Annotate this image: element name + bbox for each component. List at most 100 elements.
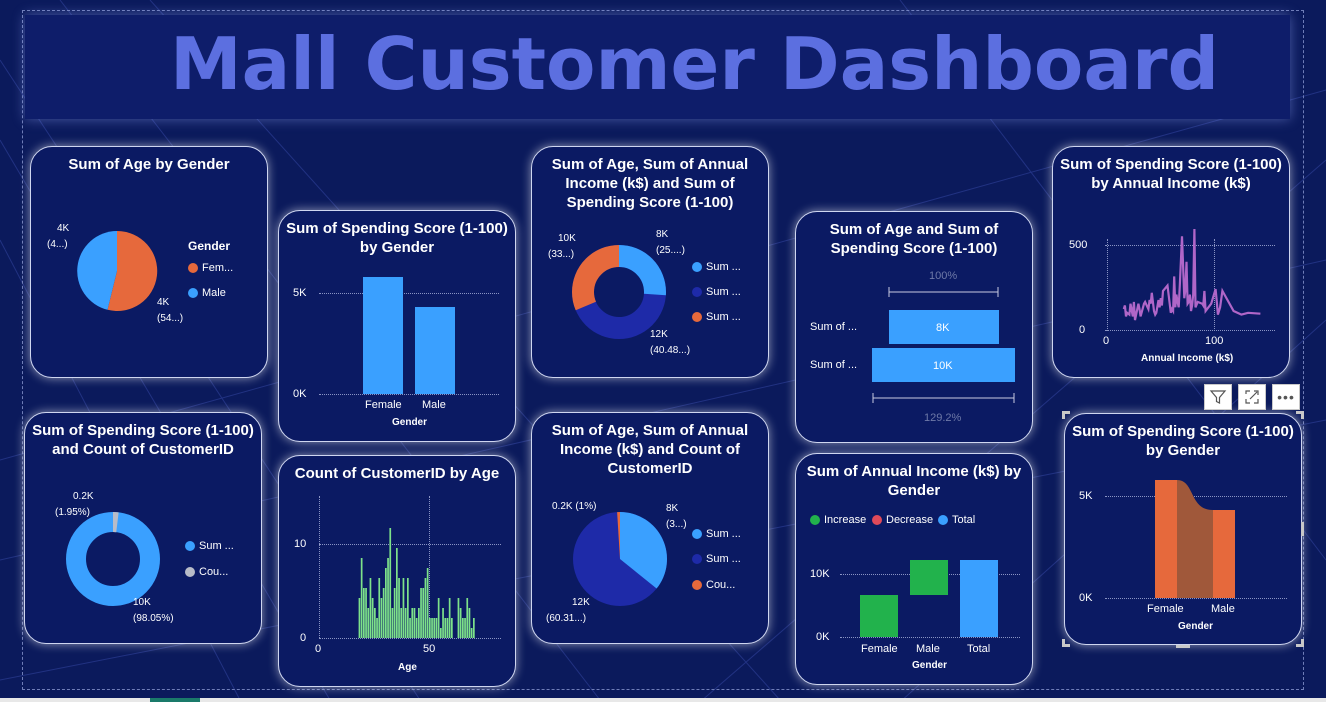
card-income-by-gender-waterfall[interactable]: Sum of Annual Income (k$) by Gender Incr… [795,453,1033,685]
bar-male[interactable] [415,307,455,394]
legend-item[interactable]: Sum ... [692,286,741,298]
histogram-bar[interactable] [404,608,407,638]
ribbon-chart[interactable] [1155,480,1247,598]
histogram-chart[interactable] [319,516,501,638]
histogram-bar[interactable] [464,618,466,638]
histogram-bar[interactable] [367,608,370,638]
histogram-bar[interactable] [422,588,425,638]
histogram-bar[interactable] [459,608,462,638]
focus-mode-button[interactable] [1238,384,1266,410]
legend-item-female[interactable]: Fem... [188,262,233,274]
histogram-bar[interactable] [393,588,396,638]
legend-item[interactable]: Sum ... [692,311,741,323]
resize-handle[interactable] [1301,411,1304,419]
legend-item[interactable]: Sum ... [692,553,741,565]
resize-handle[interactable] [1301,522,1304,536]
histogram-bar[interactable] [378,578,381,638]
pie-chart[interactable] [572,511,668,607]
histogram-bar[interactable] [371,598,374,638]
histogram-bar[interactable] [387,558,389,638]
histogram-bar[interactable] [433,618,436,638]
card-spending-by-income-line[interactable]: Sum of Spending Score (1-100) by Annual … [1052,146,1290,378]
page-tab-active[interactable] [150,698,200,702]
histogram-bar[interactable] [466,598,469,638]
histogram-bar[interactable] [396,548,398,638]
histogram-bar[interactable] [435,618,438,638]
legend-item-male[interactable]: Male [188,287,226,299]
histogram-bar[interactable] [365,588,367,638]
filter-button[interactable] [1204,384,1232,410]
histogram-bar[interactable] [448,598,451,638]
histogram-bar[interactable] [415,618,418,638]
histogram-bar[interactable] [413,608,416,638]
legend-item[interactable]: Sum ... [185,540,234,552]
histogram-bar[interactable] [369,578,372,638]
histogram-bar[interactable] [457,598,460,638]
legend-item-total[interactable]: Total [938,514,975,526]
histogram-bar[interactable] [420,588,422,638]
card-spending-by-gender[interactable]: Sum of Spending Score (1-100) by Gender … [278,210,516,442]
histogram-bar[interactable] [451,618,453,638]
histogram-bar[interactable] [440,628,442,638]
histogram-bar[interactable] [431,618,433,638]
resize-handle[interactable] [1301,639,1304,647]
histogram-bar[interactable] [429,618,431,638]
card-title: Sum of Spending Score (1-100) by Annual … [1060,156,1282,192]
histogram-bar[interactable] [363,588,365,638]
histogram-bar[interactable] [473,618,475,638]
waterfall-bar-total[interactable] [960,560,998,637]
donut-chart[interactable] [572,245,666,339]
histogram-bar[interactable] [418,608,420,638]
card-spending-by-gender-ribbon[interactable]: Sum of Spending Score (1-100) by Gender … [1064,413,1302,645]
card-age-income-spending-donut[interactable]: Sum of Age, Sum of Annual Income (k$) an… [531,146,769,378]
histogram-bar[interactable] [385,568,387,638]
histogram-bar[interactable] [409,618,411,638]
waterfall-bar-male[interactable] [910,560,948,595]
histogram-bar[interactable] [446,618,449,638]
card-age-by-gender[interactable]: Sum of Age by Gender 4K (4...) 4K (54...… [30,146,268,378]
line-series[interactable] [1122,228,1261,321]
resize-handle[interactable] [1062,639,1065,647]
legend-item-decrease[interactable]: Decrease [872,514,933,526]
histogram-bar[interactable] [382,588,385,638]
histogram-bar[interactable] [358,598,361,638]
histogram-bar[interactable] [398,578,400,638]
histogram-bar[interactable] [360,558,363,638]
legend-item[interactable]: Cou... [185,566,228,578]
histogram-bar[interactable] [424,578,427,638]
card-age-income-count-pie[interactable]: Sum of Age, Sum of Annual Income (k$) an… [531,412,769,644]
histogram-bar[interactable] [442,608,444,638]
waterfall-bar-female[interactable] [860,595,898,637]
histogram-bar[interactable] [437,598,440,638]
ribbon-bar-female [1155,480,1177,598]
histogram-bar[interactable] [376,618,378,638]
histogram-bar[interactable] [391,608,394,638]
legend-item[interactable]: Sum ... [692,261,741,273]
legend-item[interactable]: Cou... [692,579,735,591]
histogram-bar[interactable] [374,608,376,638]
histogram-bar[interactable] [462,618,464,638]
histogram-bar[interactable] [444,618,447,638]
histogram-bar[interactable] [470,628,473,638]
pie-chart[interactable] [75,229,159,313]
donut-chart[interactable] [65,511,161,607]
histogram-bar[interactable] [426,568,429,638]
data-label: 10K [133,597,151,608]
histogram-bar[interactable] [411,608,414,638]
resize-handle[interactable] [1062,411,1065,419]
legend-item[interactable]: Sum ... [692,528,741,540]
resize-handle[interactable] [1176,645,1190,648]
histogram-bar[interactable] [380,598,383,638]
histogram-bar[interactable] [402,578,405,638]
card-spending-count-donut[interactable]: Sum of Spending Score (1-100) and Count … [24,412,262,644]
histogram-bar[interactable] [400,608,403,638]
histogram-bar[interactable] [389,528,392,638]
card-count-by-age[interactable]: Count of CustomerID by Age 10 0 0 50 Age [278,455,516,687]
legend-item-increase[interactable]: Increase [810,514,866,526]
card-age-spending-funnel[interactable]: Sum of Age and Sum of Spending Score (1-… [795,211,1033,443]
more-options-button[interactable]: ••• [1272,384,1300,410]
histogram-bar[interactable] [468,608,471,638]
line-chart[interactable] [1107,227,1267,331]
histogram-bar[interactable] [407,578,409,638]
bar-female[interactable] [363,277,403,394]
